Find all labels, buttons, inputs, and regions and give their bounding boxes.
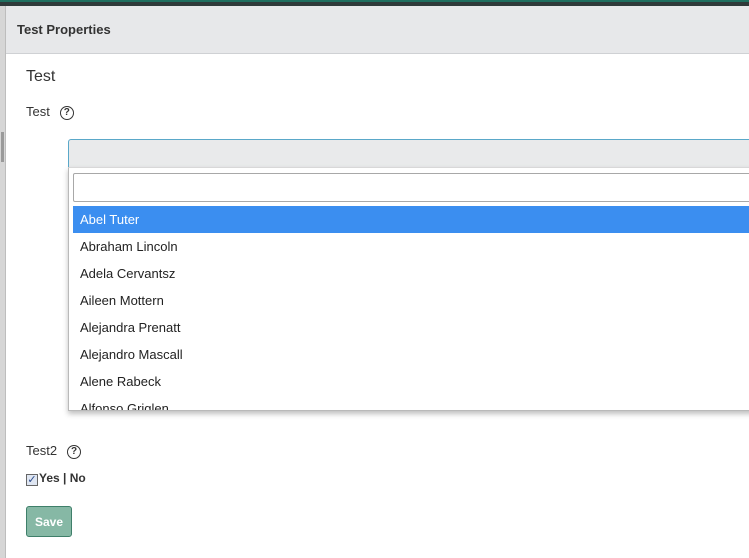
dropdown-option[interactable]: Alejandro Mascall: [73, 341, 749, 368]
field-test-label: Test: [26, 104, 50, 119]
section-title: Test: [26, 68, 56, 85]
modal-header: Test Properties: [6, 6, 749, 54]
checkmark-icon: ✓: [27, 473, 37, 486]
save-button[interactable]: Save: [26, 506, 72, 537]
dropdown-option[interactable]: Abraham Lincoln: [73, 233, 749, 260]
scrollbar-handle[interactable]: [1, 132, 4, 162]
dropdown-option[interactable]: Alfonso Griglen: [73, 395, 749, 410]
dropdown-option[interactable]: Alene Rabeck: [73, 368, 749, 395]
modal-title: Test Properties: [17, 22, 111, 37]
select-dropdown: Abel Tuter Abraham Lincoln Adela Cervantsz…: [68, 167, 749, 411]
field-test2: Test2 ?: [26, 442, 82, 459]
dropdown-option[interactable]: Aileen Mottern: [73, 287, 749, 314]
dropdown-option[interactable]: Abel Tuter: [73, 206, 749, 233]
dropdown-search-input[interactable]: [73, 173, 749, 202]
test-select[interactable]: [68, 139, 749, 168]
help-icon[interactable]: ?: [67, 445, 82, 459]
dropdown-option[interactable]: Adela Cervantsz: [73, 260, 749, 287]
yes-no-label: Yes | No: [39, 471, 86, 485]
top-accent-line: [0, 0, 749, 2]
help-icon[interactable]: ?: [59, 106, 74, 120]
test-properties-modal: Test Properties Test Test ? Abel Tuter Ab…: [5, 6, 749, 558]
dropdown-results: Abel Tuter Abraham Lincoln Adela Cervantsz…: [73, 206, 749, 410]
field-test: Test ?: [26, 103, 74, 120]
yes-no-checkbox[interactable]: ✓: [26, 474, 38, 486]
dropdown-option[interactable]: Alejandra Prenatt: [73, 314, 749, 341]
field-test2-label: Test2: [26, 443, 58, 458]
